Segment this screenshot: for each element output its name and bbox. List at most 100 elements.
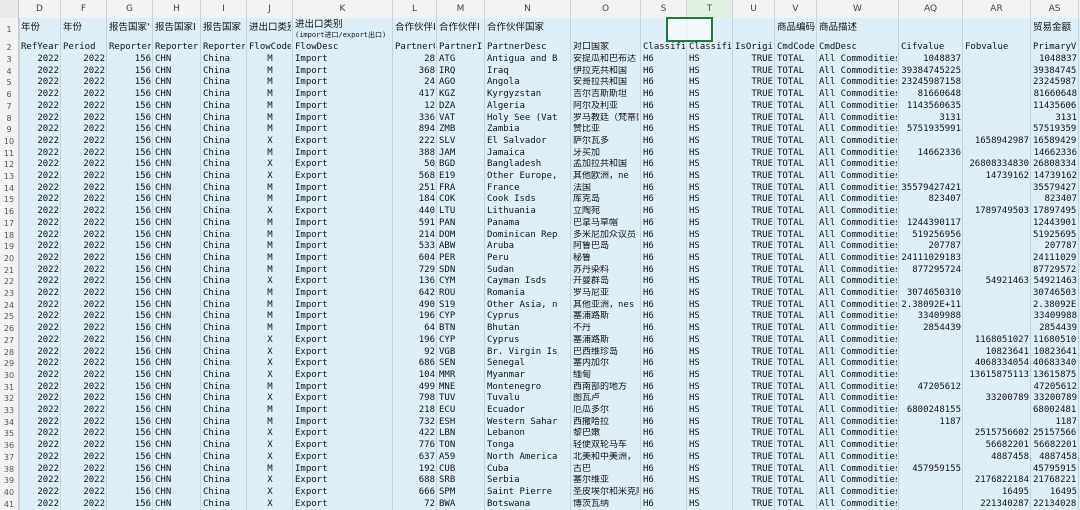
cell-aq[interactable]: 1048837 (901, 54, 961, 66)
cell-g[interactable]: 156 (109, 265, 151, 277)
cell-d[interactable]: 2022 (21, 405, 59, 417)
cell-n[interactable]: Peru (487, 253, 569, 265)
row-header-28[interactable]: 28 (0, 347, 18, 359)
cell-u[interactable]: TRUE (735, 66, 773, 78)
cell-j[interactable]: M (249, 183, 291, 195)
cell-n[interactable]: Kyrgyzstan (487, 89, 569, 101)
cell-u[interactable]: TRUE (735, 428, 773, 440)
cell-d[interactable]: 2022 (21, 77, 59, 89)
cell-j[interactable]: M (249, 405, 291, 417)
cell-l[interactable]: 729 (395, 265, 435, 277)
cell-n[interactable]: Myanmar (487, 370, 569, 382)
field-name-h[interactable]: ReporterI (155, 42, 199, 54)
cell-h[interactable]: CHN (155, 101, 199, 113)
cell-h[interactable]: CHN (155, 347, 199, 359)
cell-g[interactable]: 156 (109, 171, 151, 183)
cell-t[interactable]: HS (689, 464, 731, 476)
cell-l[interactable]: 732 (395, 417, 435, 429)
cell-o[interactable]: 其他亚洲，nes (573, 300, 639, 312)
cell-u[interactable]: TRUE (735, 475, 773, 487)
cell-g[interactable]: 156 (109, 300, 151, 312)
cell-d[interactable]: 2022 (21, 487, 59, 499)
cell-w[interactable]: All Commodities (819, 66, 897, 78)
cell-o[interactable]: 北美和中美洲， (573, 452, 639, 464)
cell-d[interactable]: 2022 (21, 428, 59, 440)
cell-l[interactable]: 196 (395, 335, 435, 347)
cell-s[interactable]: H6 (643, 124, 685, 136)
cell-d[interactable]: 2022 (21, 475, 59, 487)
cell-as[interactable]: 4887458 (1033, 452, 1077, 464)
row-header-36[interactable]: 36 (0, 440, 18, 452)
cell-u[interactable]: TRUE (735, 370, 773, 382)
cell-k[interactable]: Import (295, 66, 391, 78)
cell-j[interactable]: X (249, 499, 291, 510)
cell-t[interactable]: HS (689, 230, 731, 242)
cell-f[interactable]: 2022 (63, 499, 105, 510)
cell-h[interactable]: CHN (155, 370, 199, 382)
cell-s[interactable]: H6 (643, 499, 685, 510)
cell-j[interactable]: X (249, 370, 291, 382)
cell-as[interactable]: 457959155 (1033, 464, 1077, 476)
cell-w[interactable]: All Commodities (819, 428, 897, 440)
cell-v[interactable]: TOTAL (777, 66, 815, 78)
cell-m[interactable]: VGB (439, 347, 483, 359)
cell-j[interactable]: X (249, 206, 291, 218)
cell-f[interactable]: 2022 (63, 218, 105, 230)
cell-n[interactable]: Angola (487, 77, 569, 89)
cell-d[interactable]: 2022 (21, 54, 59, 66)
cell-i[interactable]: China (203, 417, 245, 429)
cell-ar[interactable]: 1168051027 (965, 335, 1029, 347)
cell-n[interactable]: Cyprus (487, 311, 569, 323)
column-header-s[interactable]: S (641, 0, 687, 18)
field-name-k[interactable]: FlowDesc (295, 42, 391, 54)
cell-v[interactable]: TOTAL (777, 136, 815, 148)
cell-m[interactable]: VAT (439, 113, 483, 125)
cell-d[interactable]: 2022 (21, 124, 59, 136)
cell-w[interactable]: All Commodities (819, 230, 897, 242)
cell-w[interactable]: All Commodities (819, 241, 897, 253)
cell-m[interactable]: E19 (439, 171, 483, 183)
cell-l[interactable]: 184 (395, 194, 435, 206)
cell-w[interactable]: All Commodities (819, 405, 897, 417)
row-header-23[interactable]: 23 (0, 288, 18, 300)
cell-j[interactable]: M (249, 54, 291, 66)
cell-j[interactable]: M (249, 311, 291, 323)
cell-i[interactable]: China (203, 440, 245, 452)
cell-g[interactable]: 156 (109, 428, 151, 440)
cell-as[interactable]: 26808334830 (1033, 159, 1077, 171)
cell-f[interactable]: 2022 (63, 101, 105, 113)
cell-k[interactable]: Import (295, 230, 391, 242)
cell-j[interactable]: X (249, 171, 291, 183)
cell-w[interactable]: All Commodities (819, 113, 897, 125)
row-header-10[interactable]: 10 (0, 136, 18, 148)
cell-s[interactable]: H6 (643, 464, 685, 476)
header-cell-d[interactable]: 年份 (21, 22, 59, 36)
cell-s[interactable]: H6 (643, 440, 685, 452)
cell-ar[interactable]: 33200789 (965, 393, 1029, 405)
cell-t[interactable]: HS (689, 487, 731, 499)
cell-h[interactable]: CHN (155, 487, 199, 499)
cell-i[interactable]: China (203, 136, 245, 148)
cell-w[interactable]: All Commodities (819, 487, 897, 499)
cell-aq[interactable]: 1143560635 (901, 101, 961, 113)
cell-l[interactable]: 28 (395, 54, 435, 66)
cell-d[interactable]: 2022 (21, 265, 59, 277)
cell-l[interactable]: 92 (395, 347, 435, 359)
cell-as[interactable]: 2.38092E+11 (1033, 300, 1077, 312)
cell-h[interactable]: CHN (155, 405, 199, 417)
cell-u[interactable]: TRUE (735, 311, 773, 323)
cell-t[interactable]: HS (689, 276, 731, 288)
cell-t[interactable]: HS (689, 428, 731, 440)
cell-as[interactable]: 35579427421 (1033, 183, 1077, 195)
cell-i[interactable]: China (203, 288, 245, 300)
column-header-i[interactable]: I (201, 0, 247, 18)
cell-g[interactable]: 156 (109, 148, 151, 160)
cell-u[interactable]: TRUE (735, 487, 773, 499)
cell-k[interactable]: Import (295, 417, 391, 429)
cell-s[interactable]: H6 (643, 159, 685, 171)
cell-g[interactable]: 156 (109, 288, 151, 300)
cell-v[interactable]: TOTAL (777, 101, 815, 113)
cell-t[interactable]: HS (689, 440, 731, 452)
cell-u[interactable]: TRUE (735, 276, 773, 288)
cell-i[interactable]: China (203, 159, 245, 171)
